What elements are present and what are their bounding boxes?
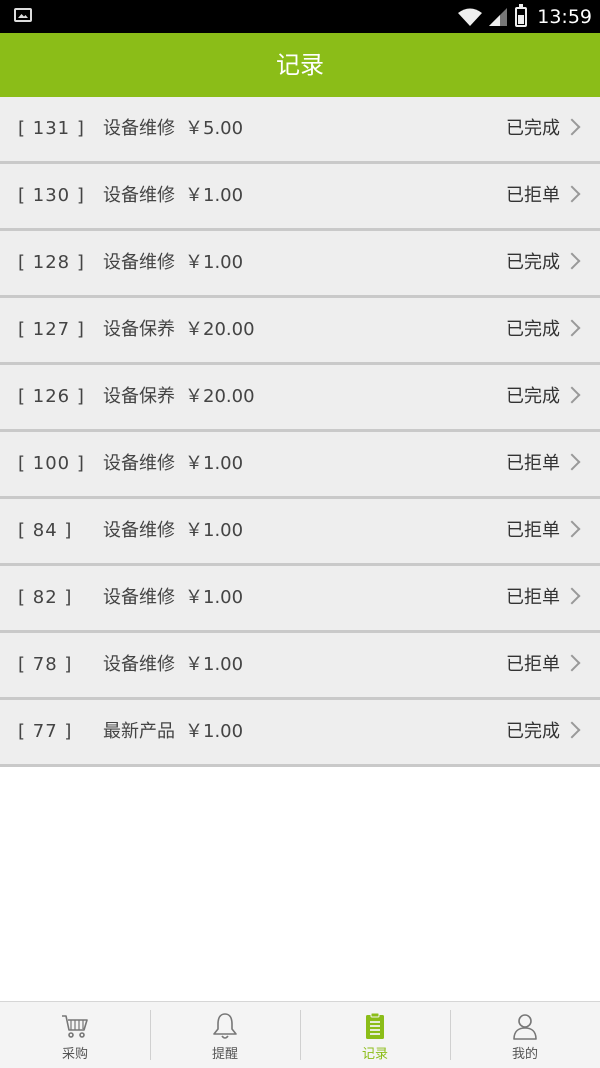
record-status: 已拒单 <box>506 453 560 474</box>
record-status: 已拒单 <box>506 520 560 541</box>
cart-icon <box>62 1015 88 1038</box>
record-price: ￥1.00 <box>185 185 244 206</box>
tab-label: 采购 <box>61 1047 88 1062</box>
chevron-right-icon <box>566 188 580 202</box>
tab-records[interactable]: 记录 <box>300 1002 450 1068</box>
record-price: ￥1.00 <box>185 587 244 608</box>
record-id: [ 84 ] <box>18 520 73 541</box>
signal-icon <box>489 7 508 26</box>
bell-icon <box>213 1013 237 1039</box>
record-status: 已拒单 <box>506 587 560 608</box>
wifi-icon <box>458 8 483 26</box>
record-id: [ 131 ] <box>18 118 85 139</box>
chevron-right-icon <box>566 724 580 738</box>
record-id: [ 126 ] <box>18 386 85 407</box>
record-price: ￥20.00 <box>185 386 255 407</box>
bottom-tab-bar: 采购 提醒 记录 我的 <box>0 1001 600 1068</box>
record-service: 最新产品 <box>103 721 175 742</box>
record-price: ￥1.00 <box>185 252 244 273</box>
record-service: 设备维修 <box>103 453 175 474</box>
record-status: 已完成 <box>506 386 560 407</box>
chevron-right-icon <box>566 322 580 336</box>
record-id: [ 100 ] <box>18 453 85 474</box>
record-price: ￥1.00 <box>185 721 244 742</box>
record-id: [ 127 ] <box>18 319 85 340</box>
chevron-right-icon <box>566 590 580 604</box>
record-row[interactable]: [ 126 ] 设备保养 ￥20.00 已完成 <box>0 365 600 432</box>
record-status: 已完成 <box>506 319 560 340</box>
record-row[interactable]: [ 84 ] 设备维修 ￥1.00 已拒单 <box>0 499 600 566</box>
page-title: 记录 <box>0 33 600 97</box>
chevron-right-icon <box>566 523 580 537</box>
record-row[interactable]: [ 100 ] 设备维修 ￥1.00 已拒单 <box>0 432 600 499</box>
record-id: [ 128 ] <box>18 252 85 273</box>
clipboard-icon <box>366 1012 384 1039</box>
status-icons: 13:59 <box>457 3 592 29</box>
record-service: 设备维修 <box>103 654 175 675</box>
record-price: ￥1.00 <box>185 453 244 474</box>
chevron-right-icon <box>566 121 580 135</box>
user-icon <box>513 1014 537 1040</box>
record-row[interactable]: [ 78 ] 设备维修 ￥1.00 已拒单 <box>0 633 600 700</box>
gallery-notification-icon <box>14 8 32 22</box>
record-service: 设备维修 <box>103 520 175 541</box>
record-status: 已拒单 <box>506 654 560 675</box>
record-status: 已完成 <box>506 721 560 742</box>
tab-label: 记录 <box>361 1047 388 1062</box>
record-status: 已完成 <box>506 118 560 139</box>
record-row[interactable]: [ 128 ] 设备维修 ￥1.00 已完成 <box>0 231 600 298</box>
tab-label: 提醒 <box>211 1047 238 1062</box>
record-price: ￥20.00 <box>185 319 255 340</box>
record-price: ￥5.00 <box>185 118 244 139</box>
records-list: [ 131 ] 设备维修 ￥5.00 已完成 [ 130 ] 设备维修 ￥1.0… <box>0 97 600 767</box>
battery-icon <box>515 3 528 27</box>
record-row[interactable]: [ 82 ] 设备维修 ￥1.00 已拒单 <box>0 566 600 633</box>
record-status: 已完成 <box>506 252 560 273</box>
record-price: ￥1.00 <box>185 520 244 541</box>
status-time: 13:59 <box>537 5 592 28</box>
record-row[interactable]: [ 131 ] 设备维修 ￥5.00 已完成 <box>0 97 600 164</box>
record-row[interactable]: [ 127 ] 设备保养 ￥20.00 已完成 <box>0 298 600 365</box>
tab-mine[interactable]: 我的 <box>450 1002 600 1068</box>
record-service: 设备维修 <box>103 118 175 139</box>
tab-label: 我的 <box>511 1047 538 1062</box>
record-id: [ 130 ] <box>18 185 85 206</box>
record-service: 设备维修 <box>103 587 175 608</box>
record-row[interactable]: [ 77 ] 最新产品 ￥1.00 已完成 <box>0 700 600 767</box>
status-bar: 13:59 <box>0 0 600 33</box>
tab-reminder[interactable]: 提醒 <box>150 1002 300 1068</box>
record-service: 设备保养 <box>103 386 175 407</box>
record-id: [ 77 ] <box>18 721 73 742</box>
chevron-right-icon <box>566 255 580 269</box>
record-service: 设备保养 <box>103 319 175 340</box>
record-status: 已拒单 <box>506 185 560 206</box>
record-id: [ 78 ] <box>18 654 73 675</box>
record-row[interactable]: [ 130 ] 设备维修 ￥1.00 已拒单 <box>0 164 600 231</box>
record-id: [ 82 ] <box>18 587 73 608</box>
record-service: 设备维修 <box>103 252 175 273</box>
chevron-right-icon <box>566 456 580 470</box>
chevron-right-icon <box>566 657 580 671</box>
record-service: 设备维修 <box>103 185 175 206</box>
record-price: ￥1.00 <box>185 654 244 675</box>
tab-purchase[interactable]: 采购 <box>0 1002 150 1068</box>
chevron-right-icon <box>566 389 580 403</box>
